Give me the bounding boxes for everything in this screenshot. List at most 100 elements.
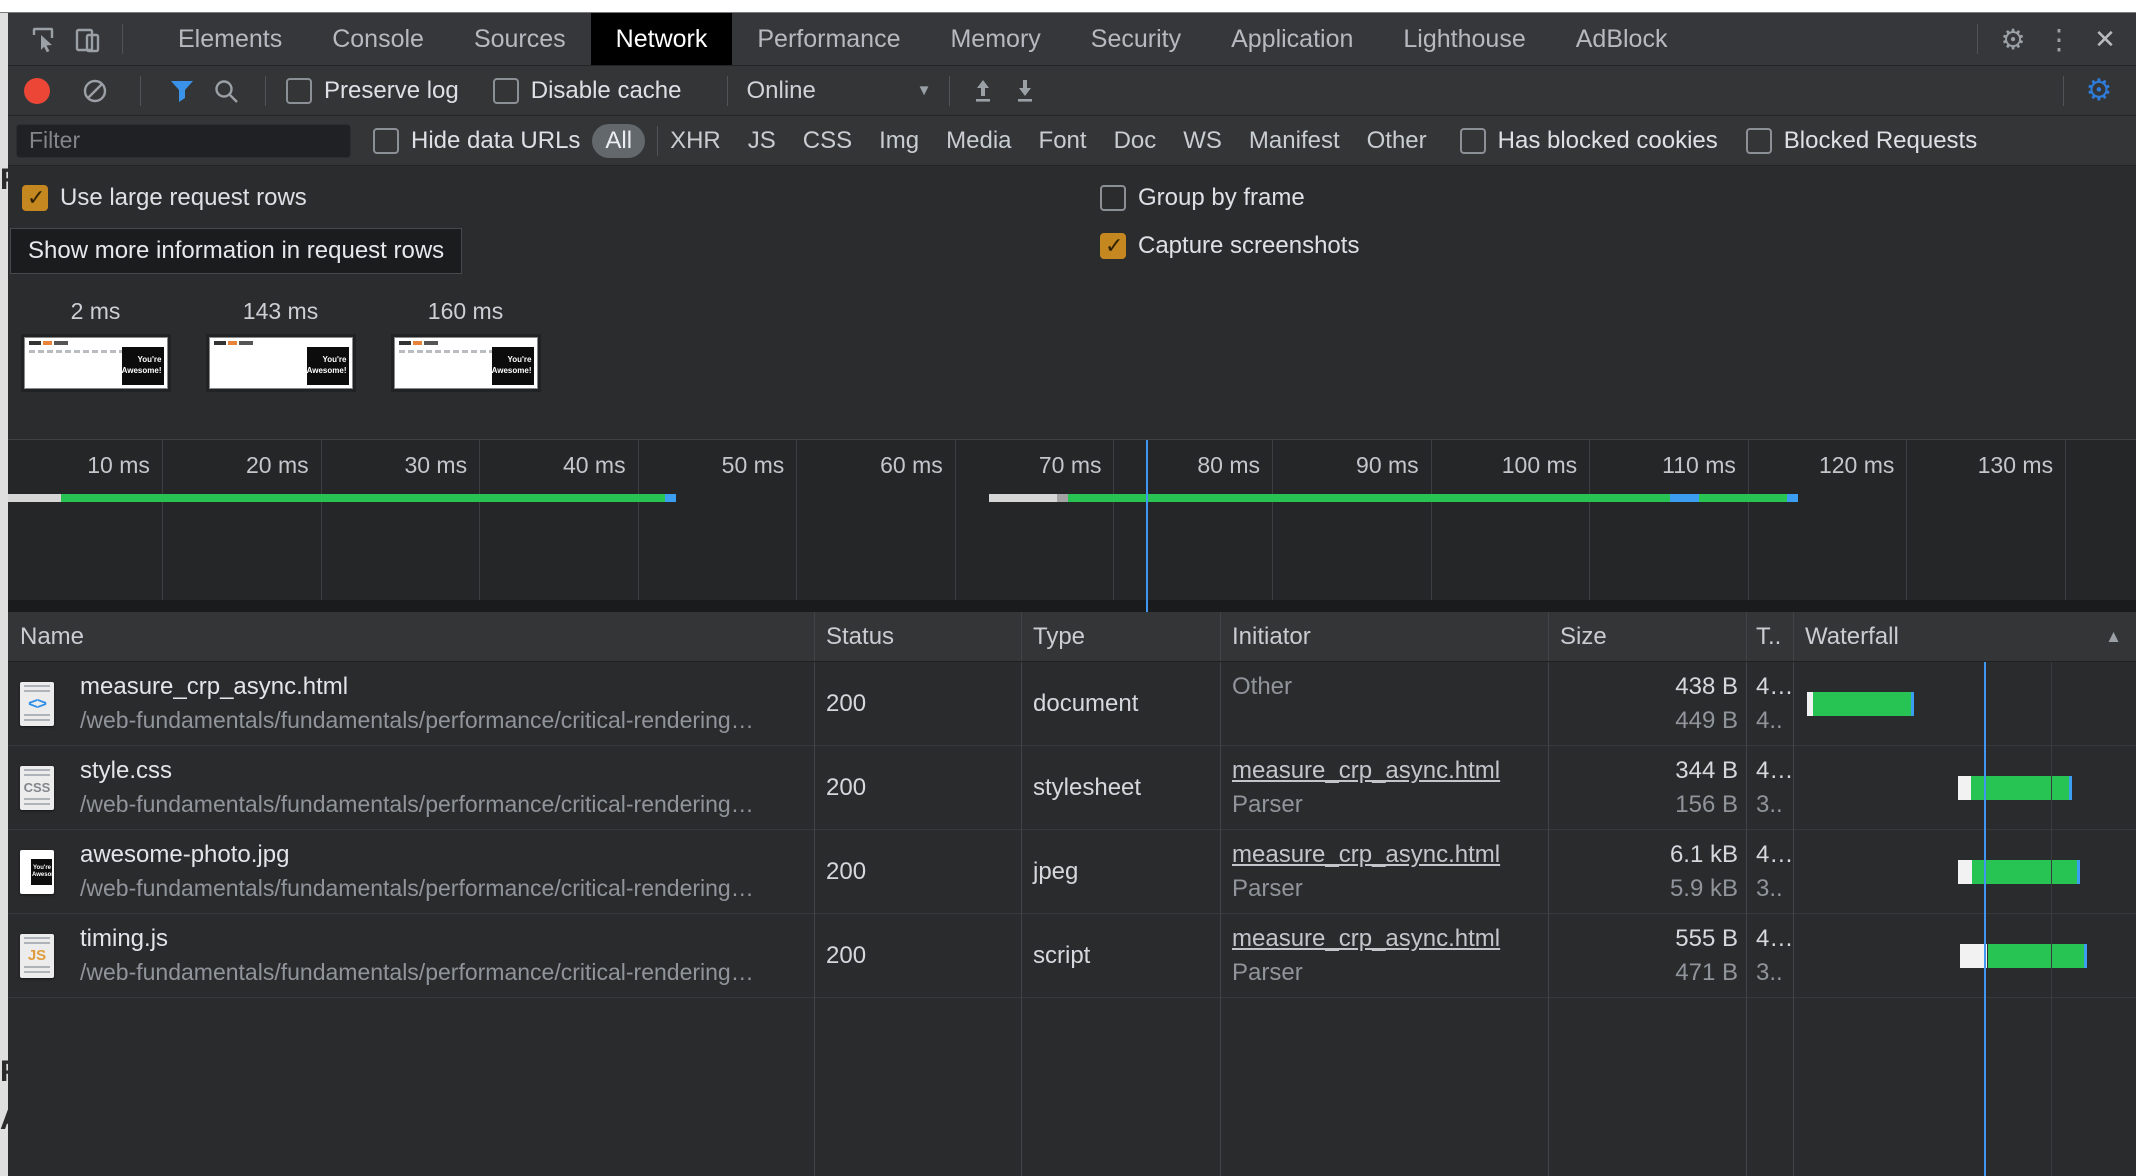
sort-ascending-icon[interactable]: ▲: [2105, 612, 2122, 661]
size-cell: 438 B 449 B: [1548, 670, 1738, 737]
checkbox-label: Has blocked cookies: [1498, 127, 1718, 155]
checkbox-box[interactable]: [1746, 128, 1772, 154]
throttling-dropdown[interactable]: Online ▼: [746, 77, 931, 105]
checkbox-box[interactable]: [493, 78, 519, 104]
column-separator[interactable]: [1548, 612, 1549, 661]
type-filter[interactable]: WS: [1183, 127, 1222, 155]
checkbox-box[interactable]: [286, 78, 312, 104]
request-row[interactable]: <> measure_crp_async.html /web-fundament…: [0, 662, 2136, 746]
request-row[interactable]: You're Awesome! awesome-photo.jpg /web-f…: [0, 830, 2136, 914]
panel-tab[interactable]: Security: [1066, 13, 1206, 65]
type-filter[interactable]: XHR: [670, 127, 721, 155]
column-separator[interactable]: [1220, 612, 1221, 661]
settings-gear-icon[interactable]: ⚙: [1990, 13, 2036, 65]
disable-cache-checkbox[interactable]: Disable cache: [493, 77, 682, 105]
size-cell: 344 B 156 B: [1548, 754, 1738, 821]
inspect-element-icon[interactable]: [22, 13, 66, 65]
request-path: /web-fundamentals/fundamentals/performan…: [80, 872, 754, 905]
type-filter[interactable]: Other: [1367, 127, 1427, 155]
group-by-frame-checkbox[interactable]: Group by frame: [1100, 184, 1305, 212]
filmstrip-frame[interactable]: 2 ms You'reAwesome!: [14, 280, 177, 439]
panel-tab[interactable]: Performance: [732, 13, 925, 65]
capture-screenshots-checkbox[interactable]: Capture screenshots: [1100, 232, 1359, 260]
column-separator[interactable]: [1021, 612, 1022, 661]
type-cell: script: [1033, 914, 1090, 997]
request-row[interactable]: JS timing.js /web-fundamentals/fundament…: [0, 914, 2136, 998]
column-separator[interactable]: [1793, 612, 1794, 661]
column-header[interactable]: T..: [1756, 612, 1781, 661]
bar-segment: [1911, 692, 1914, 716]
column-separator[interactable]: [1746, 612, 1747, 661]
panel-tab[interactable]: Console: [307, 13, 449, 65]
panel-tabs: ElementsConsoleSourcesNetworkPerformance…: [153, 13, 1692, 65]
type-filter-all[interactable]: All: [592, 124, 645, 158]
panel-tab[interactable]: Application: [1206, 13, 1378, 65]
column-header[interactable]: Type: [1033, 612, 1085, 661]
close-icon[interactable]: ✕: [2082, 13, 2128, 65]
type-filter[interactable]: Font: [1039, 127, 1087, 155]
filmstrip-frame[interactable]: 160 ms You'reAwesome!: [384, 280, 547, 439]
kebab-menu-icon[interactable]: ⋮: [2036, 13, 2082, 65]
filter-funnel-icon[interactable]: [167, 76, 197, 106]
network-settings-gear-icon[interactable]: ⚙: [2076, 73, 2122, 108]
initiator-link[interactable]: measure_crp_async.html: [1232, 925, 1500, 952]
panel-tab[interactable]: Network: [591, 13, 733, 65]
filter-input[interactable]: [16, 124, 351, 158]
record-button[interactable]: [24, 78, 50, 104]
requests-table-body: <> measure_crp_async.html /web-fundament…: [0, 662, 2136, 1176]
import-har-icon[interactable]: [968, 76, 998, 106]
column-header[interactable]: Waterfall: [1805, 612, 1899, 661]
panel-tab[interactable]: Elements: [153, 13, 307, 65]
column-header[interactable]: Initiator: [1232, 612, 1311, 661]
blocked-requests-checkbox[interactable]: Blocked Requests: [1746, 127, 1977, 155]
gridline: [162, 440, 163, 600]
export-har-icon[interactable]: [1010, 76, 1040, 106]
checkbox-box[interactable]: [22, 185, 48, 211]
request-name: timing.js: [80, 922, 754, 956]
checkbox-box[interactable]: [1460, 128, 1486, 154]
use-large-request-rows-checkbox[interactable]: Use large request rows: [22, 184, 307, 212]
checkbox-box[interactable]: [1100, 185, 1126, 211]
background-letter: A: [0, 1103, 8, 1137]
column-separator[interactable]: [814, 612, 815, 661]
has-blocked-cookies-checkbox[interactable]: Has blocked cookies: [1460, 127, 1718, 155]
frame-timestamp: 143 ms: [199, 298, 362, 325]
panel-tab[interactable]: Memory: [925, 13, 1065, 65]
request-row[interactable]: CSS style.css /web-fundamentals/fundamen…: [0, 746, 2136, 830]
time-cell: 4… 3..: [1756, 754, 1796, 821]
frame-thumbnail: You'reAwesome!: [394, 337, 538, 389]
preserve-log-checkbox[interactable]: Preserve log: [286, 77, 459, 105]
column-header[interactable]: Size: [1560, 612, 1607, 661]
bar-segment: [2084, 944, 2087, 968]
device-toolbar-icon[interactable]: [66, 13, 110, 65]
search-icon[interactable]: [211, 76, 241, 106]
panel-tab[interactable]: Lighthouse: [1378, 13, 1550, 65]
background-letter: P: [0, 1055, 8, 1089]
request-name: awesome-photo.jpg: [80, 838, 754, 872]
waterfall-cell: [1793, 746, 2136, 829]
type-filter[interactable]: JS: [748, 127, 776, 155]
type-filter[interactable]: CSS: [803, 127, 852, 155]
checkbox-box[interactable]: [1100, 233, 1126, 259]
hide-data-urls-checkbox[interactable]: Hide data URLs: [373, 127, 580, 155]
column-header[interactable]: Name: [20, 612, 84, 661]
initiator-link[interactable]: measure_crp_async.html: [1232, 757, 1500, 784]
type-filter[interactable]: Media: [946, 127, 1011, 155]
clear-icon[interactable]: [80, 76, 110, 106]
initiator-cell: Other: [1232, 670, 1292, 704]
panel-tab[interactable]: Sources: [449, 13, 591, 65]
type-filter[interactable]: Manifest: [1249, 127, 1340, 155]
name-cell: You're Awesome! awesome-photo.jpg /web-f…: [0, 830, 814, 913]
tick-label: 100 ms: [1502, 452, 1577, 479]
initiator-link[interactable]: measure_crp_async.html: [1232, 841, 1500, 868]
filmstrip-frame[interactable]: 143 ms You'reAwesome!: [199, 280, 362, 439]
timeline-overview[interactable]: 10 ms 20 ms 30 ms 40 ms 50 ms 60 ms: [0, 439, 2136, 600]
panel-tab[interactable]: AdBlock: [1551, 13, 1693, 65]
type-filter[interactable]: Doc: [1114, 127, 1157, 155]
type-filter[interactable]: Img: [879, 127, 919, 155]
checkbox-box[interactable]: [373, 128, 399, 154]
thumbnail-header-text: [29, 341, 68, 345]
request-name: measure_crp_async.html: [80, 670, 754, 704]
column-header[interactable]: Status: [826, 612, 894, 661]
load-event-marker: [1146, 440, 1148, 600]
